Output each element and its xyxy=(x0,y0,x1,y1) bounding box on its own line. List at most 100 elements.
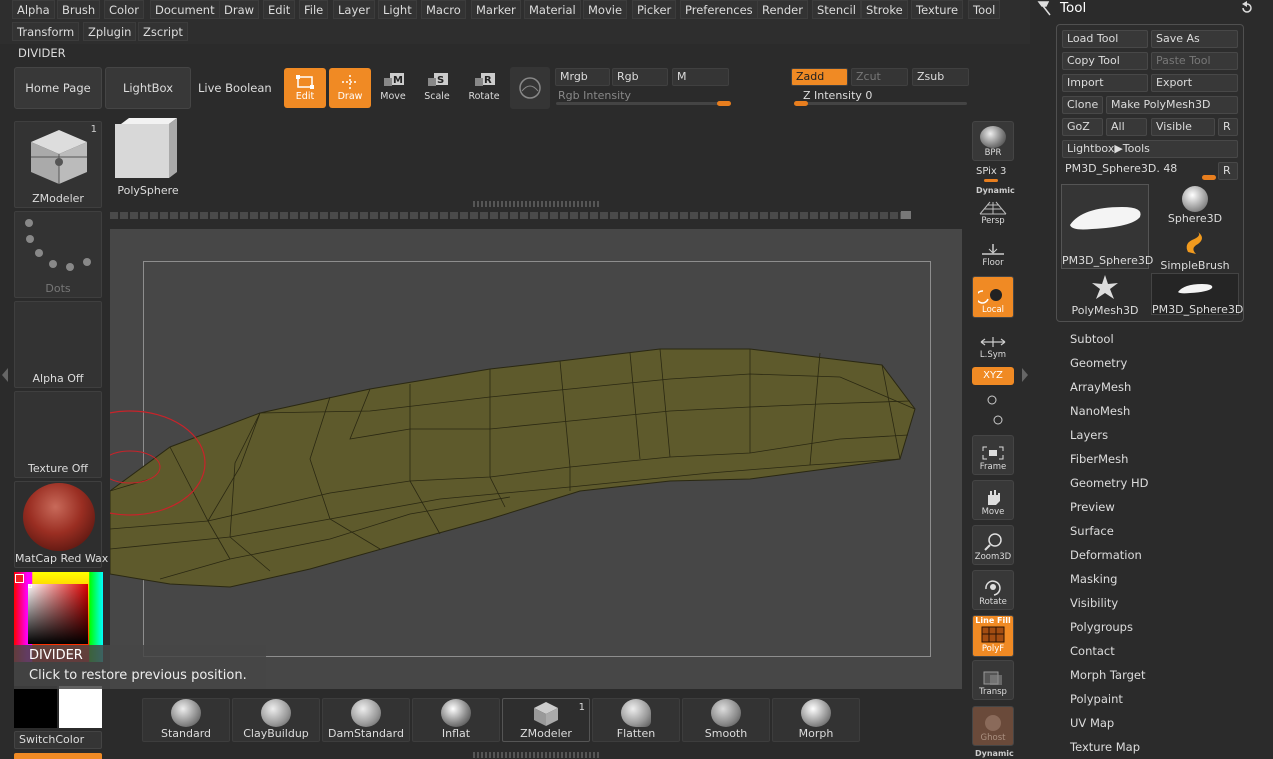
brush-standard[interactable]: Standard xyxy=(142,698,230,742)
live-boolean-button[interactable]: Live Boolean xyxy=(198,81,272,95)
subpalette-preview[interactable]: Preview xyxy=(1070,500,1115,514)
subpalette-polygroups[interactable]: Polygroups xyxy=(1070,620,1133,634)
tool-thumb-simplebrush[interactable]: SimpleBrush xyxy=(1151,228,1239,272)
subpalette-polypaint[interactable]: Polypaint xyxy=(1070,692,1123,706)
subpalette-geometry[interactable]: Geometry xyxy=(1070,356,1127,370)
menu-alpha[interactable]: Alpha xyxy=(12,0,55,19)
lightbox-tools-button[interactable]: Lightbox▶Tools xyxy=(1062,140,1238,158)
menu-marker[interactable]: Marker xyxy=(471,0,521,19)
menu-layer[interactable]: Layer xyxy=(333,0,376,19)
menu-tool[interactable]: Tool xyxy=(968,0,1001,19)
subpalette-masking[interactable]: Masking xyxy=(1070,572,1117,586)
frame-button[interactable]: Frame xyxy=(972,435,1014,475)
menu-picker[interactable]: Picker xyxy=(632,0,677,19)
menu-stroke[interactable]: Stroke xyxy=(861,0,908,19)
menu-zplugin[interactable]: Zplugin xyxy=(83,22,137,41)
clone-button[interactable]: Clone xyxy=(1062,96,1103,114)
zadd-toggle[interactable]: Zadd xyxy=(791,68,848,86)
current-tool-slider[interactable]: PM3D_Sphere3D. 48 xyxy=(1065,162,1177,175)
bpr-button[interactable]: BPR xyxy=(972,121,1014,161)
material-sphere-button[interactable] xyxy=(510,67,550,109)
subpalette-surface[interactable]: Surface xyxy=(1070,524,1114,538)
goz-visible-button[interactable]: Visible xyxy=(1151,118,1215,136)
zoom3d-button[interactable]: Zoom3D xyxy=(972,525,1014,565)
move-button[interactable]: M Move xyxy=(372,68,414,108)
save-as-button[interactable]: Save As xyxy=(1151,30,1238,48)
m-toggle[interactable]: M xyxy=(672,68,729,86)
switch-color-button[interactable]: SwitchColor xyxy=(14,731,102,749)
subpalette-uv-map[interactable]: UV Map xyxy=(1070,716,1114,730)
export-button[interactable]: Export xyxy=(1151,74,1238,92)
brush-damstandard[interactable]: DamStandard xyxy=(322,698,410,742)
mesh-viewport[interactable] xyxy=(110,229,962,689)
tool-thumb-pm3d-sphere-small[interactable]: PM3D_Sphere3D xyxy=(1151,273,1243,316)
menu-zscript[interactable]: Zscript xyxy=(138,22,188,41)
subpalette-texture-map[interactable]: Texture Map xyxy=(1070,740,1140,754)
persp-button[interactable]: Persp xyxy=(972,190,1014,228)
menu-stencil[interactable]: Stencil xyxy=(812,0,861,19)
make-polymesh-button[interactable]: Make PolyMesh3D xyxy=(1106,96,1238,114)
subpalette-fibermesh[interactable]: FiberMesh xyxy=(1070,452,1128,466)
subpalette-geometry-hd[interactable]: Geometry HD xyxy=(1070,476,1149,490)
zsub-toggle[interactable]: Zsub xyxy=(912,68,969,86)
menu-render[interactable]: Render xyxy=(757,0,808,19)
current-tool-slider-knob[interactable] xyxy=(1202,175,1216,180)
brush-flatten[interactable]: Flatten xyxy=(592,698,680,742)
ghost-button[interactable]: Ghost xyxy=(972,706,1014,746)
subpalette-morph-target[interactable]: Morph Target xyxy=(1070,668,1146,682)
gradient-toggle[interactable] xyxy=(14,753,102,759)
secondary-color-swatch[interactable] xyxy=(59,686,102,728)
menu-macro[interactable]: Macro xyxy=(421,0,466,19)
scale-button[interactable]: S Scale xyxy=(416,68,458,108)
menu-light[interactable]: Light xyxy=(378,0,417,19)
rgb-intensity-slider[interactable] xyxy=(556,102,728,105)
alpha-thumbnail[interactable]: Alpha Off xyxy=(14,301,102,388)
saturation-square[interactable] xyxy=(28,584,88,644)
floor-button[interactable]: Floor xyxy=(972,232,1014,270)
menu-color[interactable]: Color xyxy=(104,0,145,19)
brush-morph[interactable]: Morph xyxy=(772,698,860,742)
shelf-scroll-thumb[interactable] xyxy=(901,211,911,219)
subpalette-layers[interactable]: Layers xyxy=(1070,428,1108,442)
subpalette-subtool[interactable]: Subtool xyxy=(1070,332,1114,346)
menu-edit[interactable]: Edit xyxy=(263,0,296,19)
axis-rotate-icons[interactable] xyxy=(984,392,1004,426)
rotate-button[interactable]: R Rotate xyxy=(463,68,505,108)
polyf-button[interactable]: Line Fill PolyF xyxy=(972,615,1014,657)
rgb-intensity-knob[interactable] xyxy=(717,101,731,106)
local-button[interactable]: Local xyxy=(972,276,1014,318)
menu-texture[interactable]: Texture xyxy=(911,0,964,19)
paste-tool-button[interactable]: Paste Tool xyxy=(1151,52,1238,70)
tool-thumb-sphere3d[interactable]: Sphere3D xyxy=(1151,184,1239,226)
menu-file[interactable]: File xyxy=(299,0,329,19)
spix-slider[interactable] xyxy=(984,179,998,182)
copy-tool-button[interactable]: Copy Tool xyxy=(1062,52,1148,70)
stroke-thumbnail[interactable]: Dots xyxy=(14,211,102,298)
material-thumbnail[interactable]: MatCap Red Wax xyxy=(14,481,108,568)
brush-zmodeler[interactable]: 1 ZModeler xyxy=(502,698,590,742)
load-tool-button[interactable]: Load Tool xyxy=(1062,30,1148,48)
current-tool-thumbnail[interactable]: 1 ZModeler xyxy=(14,121,102,208)
goz-button[interactable]: GoZ xyxy=(1062,118,1103,136)
reset-icon[interactable] xyxy=(1240,1,1254,15)
rgb-toggle[interactable]: Rgb xyxy=(612,68,668,86)
texture-thumbnail[interactable]: Texture Off xyxy=(14,391,102,478)
menu-transform[interactable]: Transform xyxy=(12,22,80,41)
main-color-swatch[interactable] xyxy=(14,686,57,728)
document-canvas[interactable] xyxy=(110,229,962,689)
tool-thumb-pm3d-sphere-main[interactable]: PM3D_Sphere3D xyxy=(1061,184,1153,269)
zcut-toggle[interactable]: Zcut xyxy=(851,68,908,86)
move-view-button[interactable]: Move xyxy=(972,480,1014,520)
tool-thumb-polymesh3d[interactable]: PolyMesh3D xyxy=(1061,273,1149,317)
shelf-scrollbar[interactable] xyxy=(110,212,910,219)
xyz-toggle[interactable]: XYZ xyxy=(972,367,1014,385)
menu-draw[interactable]: Draw xyxy=(219,0,260,19)
draw-button[interactable]: Draw xyxy=(329,68,371,108)
mrgb-toggle[interactable]: Mrgb xyxy=(555,68,610,86)
menu-preferences[interactable]: Preferences xyxy=(680,0,758,19)
z-intensity-knob[interactable] xyxy=(794,101,808,106)
subpalette-nanomesh[interactable]: NanoMesh xyxy=(1070,404,1130,418)
transp-button[interactable]: Transp xyxy=(972,660,1014,700)
goz-r-button[interactable]: R xyxy=(1218,118,1238,136)
lightbox-button[interactable]: LightBox xyxy=(105,67,191,109)
